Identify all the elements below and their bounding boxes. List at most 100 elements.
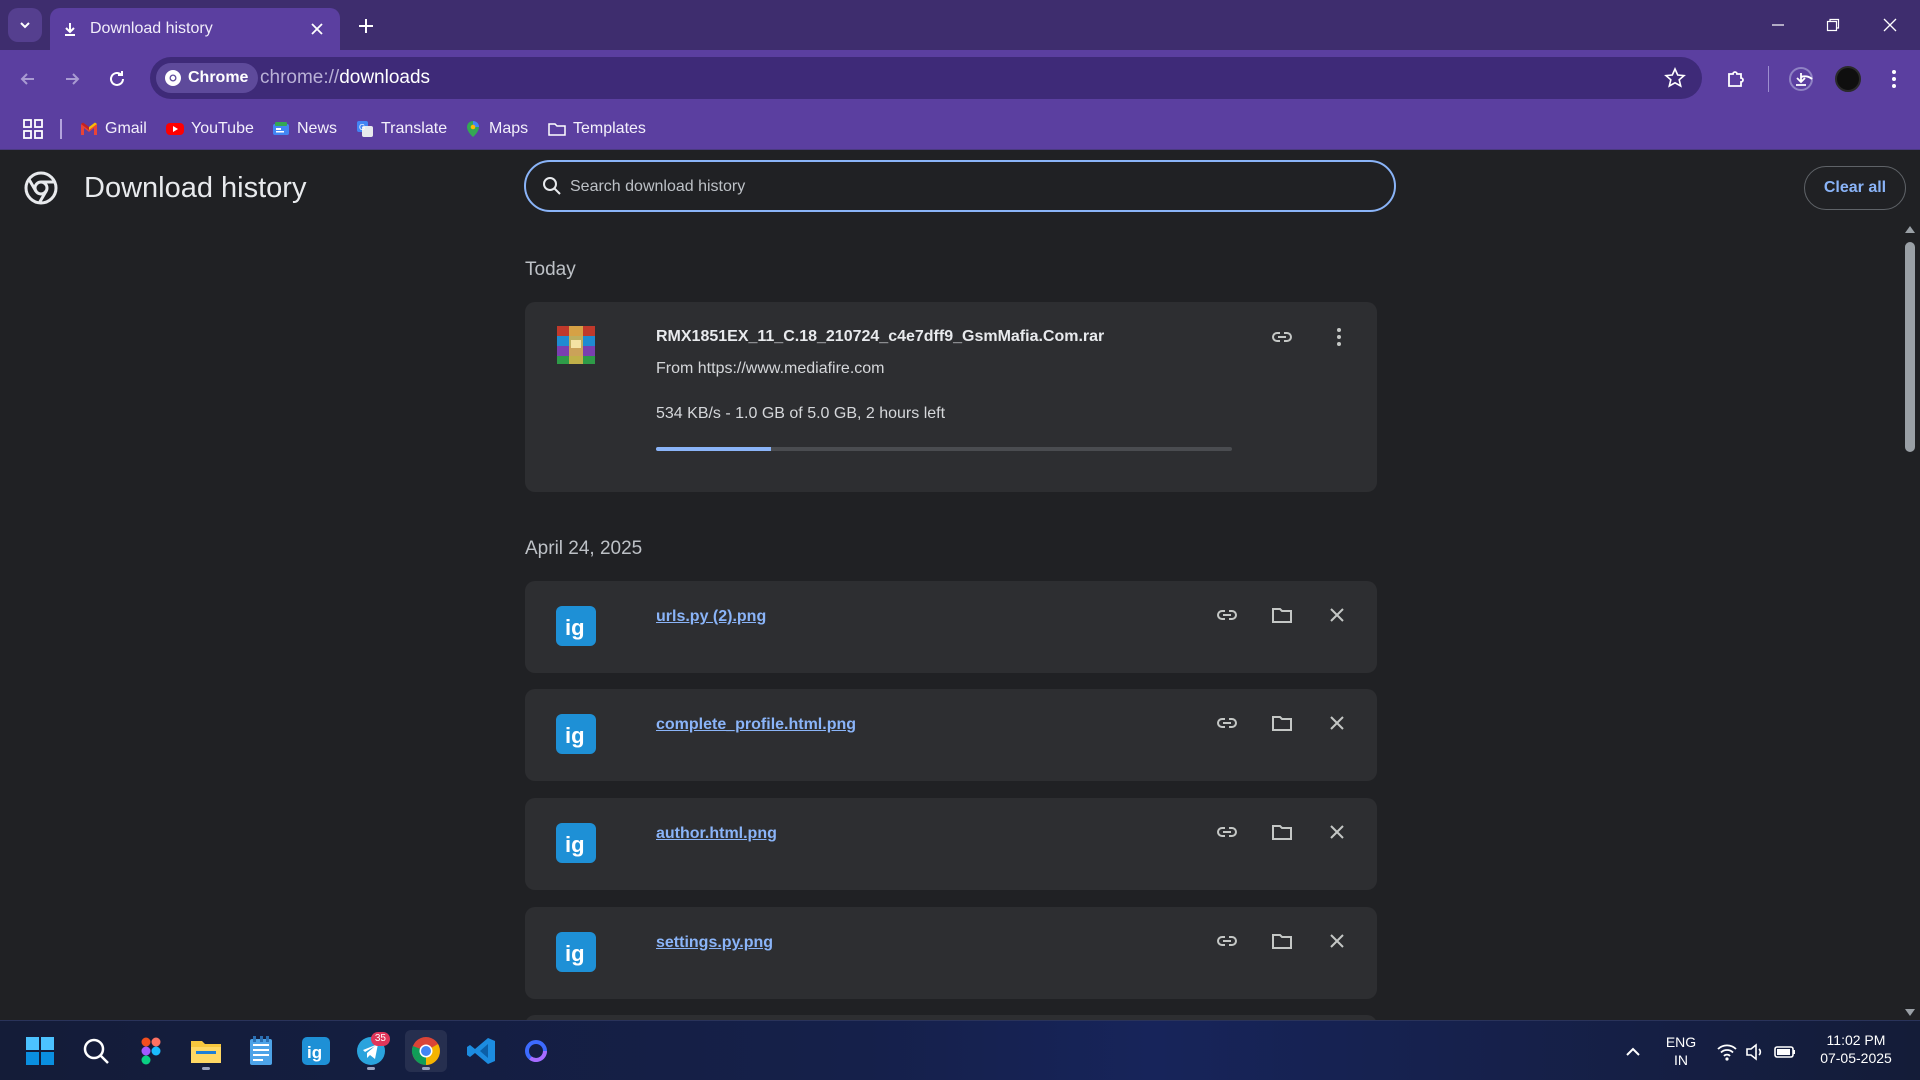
file-name-link[interactable]: settings.py.png [656, 934, 773, 952]
show-in-folder-button[interactable] [1268, 709, 1296, 737]
restore-icon [1826, 18, 1840, 32]
remove-button[interactable] [1323, 927, 1351, 955]
file-name-link[interactable]: author.html.png [656, 825, 777, 843]
copy-link-button[interactable] [1268, 323, 1296, 351]
taskbar-file-explorer[interactable] [185, 1030, 227, 1072]
gmail-icon [81, 122, 97, 135]
folder-icon [1272, 934, 1292, 949]
page-scrollbar[interactable] [1900, 224, 1920, 1018]
svg-text:ig: ig [565, 941, 585, 966]
tab-close-button[interactable] [306, 18, 328, 40]
bookmark-maps[interactable]: Maps [464, 118, 528, 140]
svg-text:ig: ig [307, 1043, 322, 1062]
running-indicator [202, 1067, 210, 1070]
downloads-page: Download history Clear all Today RMX1851… [0, 151, 1920, 1025]
bookmark-label: Translate [381, 120, 448, 137]
bookmark-news[interactable]: News [272, 118, 337, 140]
restore-button[interactable] [1815, 10, 1851, 40]
taskbar-image-viewer[interactable]: ig [295, 1030, 337, 1072]
download-icon [65, 23, 75, 36]
copy-link-button[interactable] [1213, 601, 1241, 629]
wifi-icon[interactable] [1716, 1041, 1738, 1063]
taskbar-figma[interactable] [130, 1030, 172, 1072]
tab-title: Download history [90, 20, 213, 37]
folder-icon [1272, 608, 1292, 623]
vscode-icon [467, 1038, 495, 1064]
close-icon [1330, 934, 1344, 948]
menu-button[interactable] [1878, 63, 1910, 95]
bookmark-gmail[interactable]: Gmail [80, 118, 147, 140]
bookmark-label: Templates [573, 120, 646, 137]
reload-icon [110, 71, 124, 86]
link-icon [1217, 718, 1237, 728]
remove-button[interactable] [1323, 601, 1351, 629]
download-item: ig author.html.png [525, 798, 1377, 890]
minimize-icon [1772, 24, 1784, 26]
tab-download-history[interactable]: Download history [50, 8, 340, 50]
copy-link-button[interactable] [1213, 709, 1241, 737]
start-button[interactable] [19, 1030, 61, 1072]
taskbar-chrome[interactable] [405, 1030, 447, 1072]
extensions-button[interactable] [1720, 63, 1752, 95]
downloads-button[interactable] [1785, 63, 1817, 95]
download-status: 534 KB/s - 1.0 GB of 5.0 GB, 2 hours lef… [656, 405, 946, 422]
tab-search-button[interactable] [8, 8, 42, 42]
site-info-chip[interactable]: Chrome [156, 63, 259, 93]
chrome-logo-icon [24, 171, 58, 205]
windows-logo-icon [26, 1037, 54, 1065]
chrome-logo-icon [411, 1037, 440, 1065]
svg-text:ig: ig [565, 832, 585, 857]
url-scheme: chrome:// [260, 67, 340, 88]
minimize-button[interactable] [1760, 10, 1796, 40]
remove-button[interactable] [1323, 709, 1351, 737]
show-in-folder-button[interactable] [1268, 601, 1296, 629]
close-window-button[interactable] [1872, 10, 1908, 40]
copy-link-button[interactable] [1213, 818, 1241, 846]
bookmark-star-icon[interactable] [1664, 67, 1686, 89]
copy-link-button[interactable] [1213, 927, 1241, 955]
download-item: ig urls.py (2).png [525, 581, 1377, 673]
file-name-link[interactable]: urls.py (2).png [656, 608, 766, 626]
forward-button[interactable] [56, 63, 88, 95]
bookmark-youtube[interactable]: YouTube [166, 118, 254, 140]
language-code: ENG [1665, 1034, 1697, 1050]
scrollbar-thumb[interactable] [1905, 242, 1915, 452]
ring-app-icon [525, 1040, 547, 1062]
volume-icon[interactable] [1744, 1041, 1766, 1063]
reload-button[interactable] [101, 63, 133, 95]
youtube-icon [166, 123, 184, 135]
bookmark-templates[interactable]: Templates [548, 118, 646, 140]
chevron-down-icon [20, 22, 30, 29]
battery-icon[interactable] [1774, 1041, 1796, 1063]
show-in-folder-button[interactable] [1268, 927, 1296, 955]
chevron-up-icon[interactable] [1622, 1041, 1644, 1063]
search-input[interactable] [570, 174, 1370, 200]
winrar-archive-icon [557, 326, 595, 364]
taskbar-app-ring[interactable] [515, 1030, 557, 1072]
clock[interactable]: 11:02 PM 07-05-2025 [1808, 1031, 1904, 1067]
more-vert-icon [1337, 328, 1341, 346]
taskbar-search-button[interactable] [75, 1030, 117, 1072]
taskbar-telegram[interactable]: 35 [350, 1030, 392, 1072]
taskbar-notepad[interactable] [240, 1030, 282, 1072]
more-actions-button[interactable] [1325, 323, 1353, 351]
file-name-link[interactable]: complete_profile.html.png [656, 716, 856, 734]
new-tab-button[interactable] [352, 12, 380, 40]
download-item: ig complete_profile.html.png [525, 689, 1377, 781]
apps-grid-icon[interactable] [22, 118, 44, 140]
remove-button[interactable] [1323, 818, 1351, 846]
date-header-april-24: April 24, 2025 [525, 538, 643, 559]
clear-all-button[interactable]: Clear all [1804, 166, 1906, 210]
arrow-right-icon [66, 73, 80, 85]
url-text: chrome://downloads [260, 67, 430, 89]
profile-avatar[interactable] [1835, 66, 1861, 92]
language-indicator[interactable]: ENG IN [1660, 1033, 1702, 1069]
address-bar[interactable]: Chrome chrome://downloads [150, 57, 1702, 99]
taskbar-vscode[interactable] [460, 1030, 502, 1072]
bookmarks-divider [60, 119, 62, 139]
close-icon [1330, 716, 1344, 730]
back-button[interactable] [12, 63, 44, 95]
bookmark-translate[interactable]: G Translate [356, 118, 447, 140]
show-in-folder-button[interactable] [1268, 818, 1296, 846]
toolbar-divider [1768, 66, 1769, 92]
